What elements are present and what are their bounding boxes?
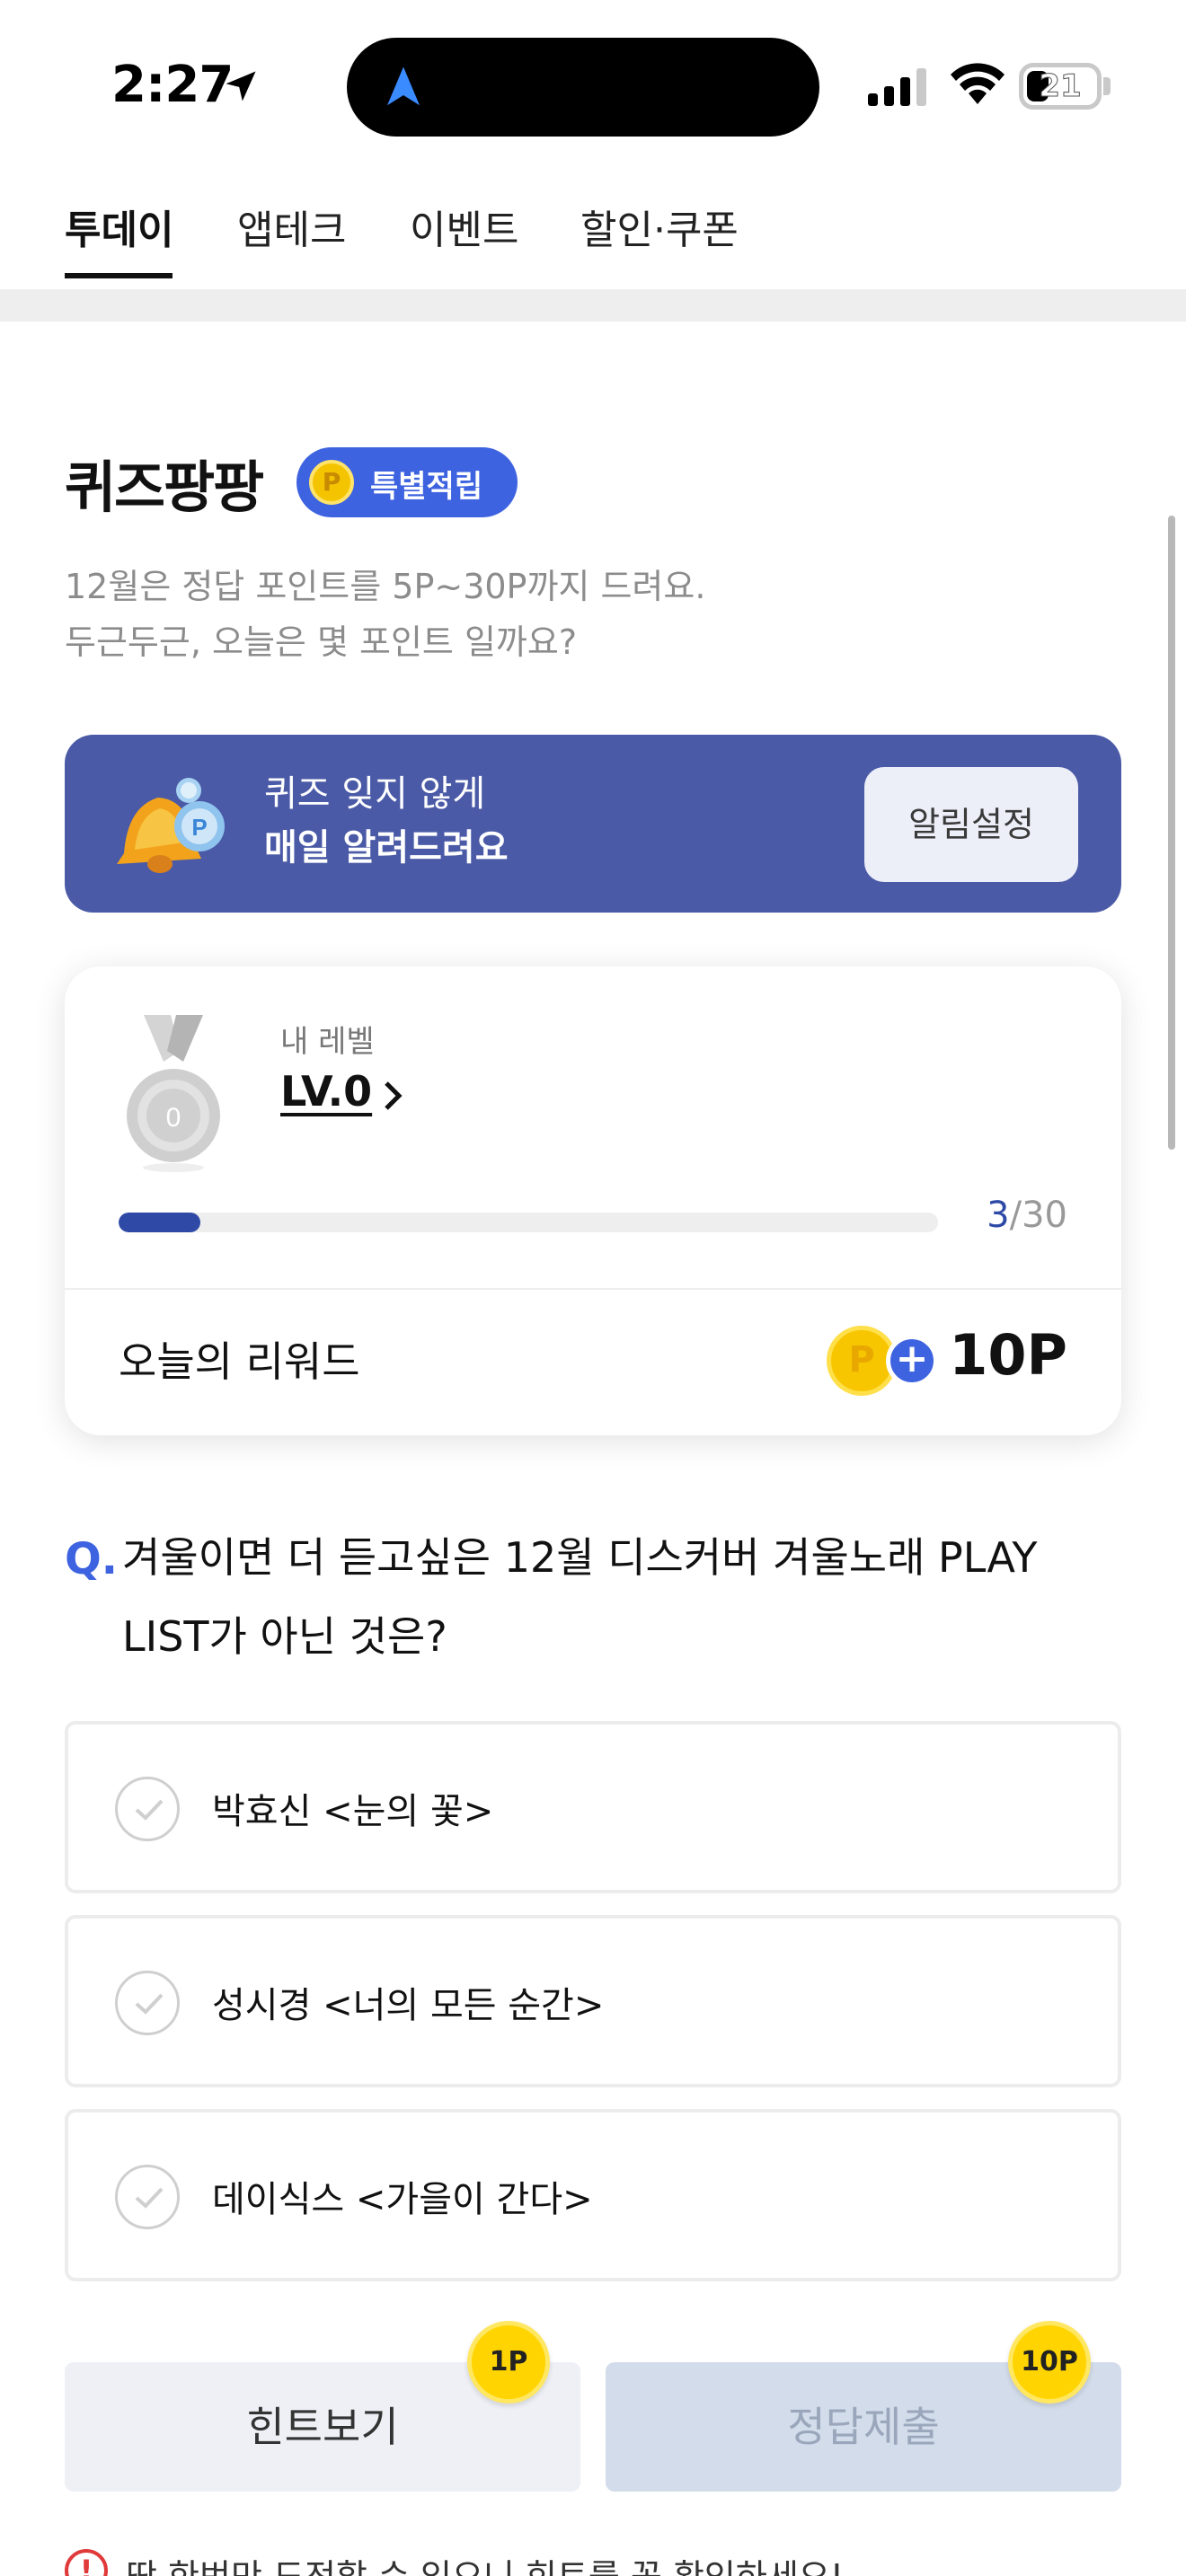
level-card: 0 내 레벨 LV.0 3/30 오늘의 리워드 P + 10P	[65, 966, 1121, 1435]
tab-discount-coupon[interactable]: 할인·쿠폰	[580, 198, 739, 287]
svg-text:P: P	[191, 814, 207, 841]
medal-number: 0	[166, 1103, 181, 1133]
subtitle-line-1: 12월은 정답 포인트를 5P~30P까지 드려요.	[65, 567, 706, 606]
wifi-icon	[951, 63, 1005, 104]
answer-option[interactable]: 데이식스 <가을이 간다>	[65, 2109, 1121, 2281]
check-circle-icon[interactable]	[115, 1971, 180, 2035]
battery-cap	[1103, 77, 1111, 95]
progress-separator: /	[1009, 1195, 1022, 1236]
notification-settings-button[interactable]: 알림설정	[864, 767, 1078, 882]
today-reward-label: 오늘의 리워드	[119, 1337, 360, 1386]
answer-option[interactable]: 박효신 <눈의 꽃>	[65, 1721, 1121, 1893]
location-arrow-icon	[226, 71, 256, 101]
page-title: 퀴즈팡팡	[65, 454, 264, 520]
top-tab-bar: 투데이 앱테크 이벤트 할인·쿠폰	[0, 180, 1186, 287]
hint-cost-badge: 1P	[467, 2321, 550, 2404]
alert-icon: !	[65, 2549, 108, 2576]
notification-line-2: 매일 알려드려요	[264, 827, 509, 869]
submit-cost-badge: 10P	[1008, 2321, 1091, 2404]
point-coin-icon: P	[309, 460, 354, 505]
status-time: 2:27	[111, 56, 234, 114]
level-progress-fill	[119, 1213, 201, 1232]
dynamic-island	[347, 38, 819, 137]
scrollbar[interactable]	[1168, 516, 1175, 1150]
option-label: 박효신 <눈의 꽃>	[212, 1791, 494, 1832]
notification-line-1: 퀴즈 잊지 않게	[264, 773, 486, 815]
today-reward-points: 10P	[949, 1322, 1067, 1388]
warning-text: 딱 한번만 도전할 수 있으니 힌트를 꼭 확인하세요!	[126, 2549, 844, 2576]
plus-icon: +	[886, 1335, 938, 1387]
notification-banner: P 퀴즈 잊지 않게 매일 알려드려요 알림설정	[65, 735, 1121, 913]
answer-option[interactable]: 성시경 <너의 모든 순간>	[65, 1915, 1121, 2087]
level-progress-count: 3/30	[987, 1195, 1067, 1236]
badge-label: 특별적립	[370, 469, 483, 505]
question-prefix: Q.	[65, 1534, 119, 1584]
active-tab-indicator	[65, 273, 173, 278]
bell-coin-icon: P	[117, 778, 225, 873]
level-progress-bar	[119, 1213, 938, 1232]
notification-message: 퀴즈 잊지 않게 매일 알려드려요	[264, 767, 509, 875]
check-circle-icon[interactable]	[115, 2165, 180, 2229]
special-earn-badge: P 특별적립	[296, 447, 518, 517]
tab-apptech[interactable]: 앱테크	[237, 198, 346, 287]
navigation-arrow-icon	[387, 66, 420, 106]
question-text: 겨울이면 더 듣고싶은 12월 디스커버 겨울노래 PLAY LIST가 아닌 …	[122, 1533, 1038, 1661]
option-label: 성시경 <너의 모든 순간>	[212, 1985, 605, 2026]
battery-icon: 21	[1019, 63, 1102, 110]
option-label: 데이식스 <가을이 간다>	[212, 2179, 593, 2220]
chevron-right-icon[interactable]	[379, 1078, 406, 1114]
check-circle-icon[interactable]	[115, 1777, 180, 1841]
warning-notice: ! 딱 한번만 도전할 수 있으니 힌트를 꼭 확인하세요!	[65, 2544, 1121, 2576]
cellular-signal-icon	[868, 68, 926, 106]
battery-level: 21	[1039, 68, 1082, 105]
page-subtitle: 12월은 정답 포인트를 5P~30P까지 드려요. 두근두근, 오늘은 몇 포…	[65, 559, 705, 670]
status-bar: 2:27 21	[0, 0, 1186, 171]
progress-total: 30	[1022, 1195, 1067, 1236]
level-value[interactable]: LV.0	[280, 1067, 372, 1116]
my-level-label: 내 레벨	[280, 1024, 375, 1060]
progress-current: 3	[987, 1195, 1010, 1236]
medal-icon: 0	[127, 1015, 220, 1172]
subtitle-line-2: 두근두근, 오늘은 몇 포인트 일까요?	[65, 622, 578, 662]
section-divider	[0, 289, 1186, 322]
card-divider	[65, 1288, 1121, 1290]
tab-event[interactable]: 이벤트	[410, 198, 518, 287]
